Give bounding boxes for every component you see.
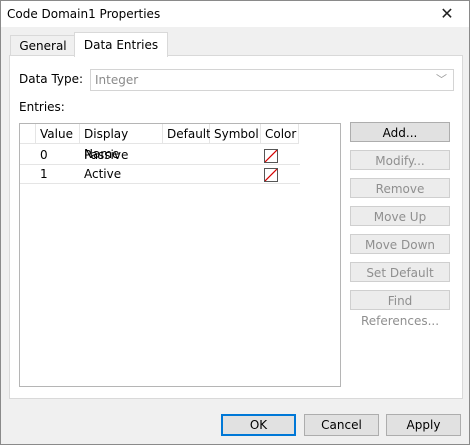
chevron-down-icon: ﹀ (436, 73, 447, 86)
color-swatch-icon[interactable] (264, 149, 278, 163)
row-display-name: Passive (84, 148, 129, 162)
row-default (163, 165, 210, 183)
row-divider (20, 183, 300, 184)
entries-label: Entries: (19, 100, 65, 114)
column-header-default[interactable]: Default (163, 124, 211, 144)
remove-button[interactable]: Remove (350, 178, 450, 198)
row-value: 1 (40, 167, 48, 181)
close-icon[interactable]: ✕ (427, 1, 467, 27)
tab-data-entries[interactable]: Data Entries (74, 32, 168, 57)
column-header-display-name[interactable]: Display Name (80, 124, 163, 161)
data-type-value: Integer (95, 73, 139, 87)
entries-list[interactable]: Value Display Name Default Symbol Color … (19, 123, 341, 387)
color-swatch-icon[interactable] (264, 168, 278, 182)
row-symbol (210, 165, 261, 183)
window-title: Code Domain1 Properties (7, 7, 161, 21)
row-symbol (210, 146, 261, 164)
column-header-symbol[interactable]: Symbol (210, 124, 261, 144)
row-value: 0 (40, 148, 48, 162)
data-type-label: Data Type: (19, 72, 84, 86)
set-default-button[interactable]: Set Default (350, 262, 450, 282)
move-up-button[interactable]: Move Up (350, 206, 450, 226)
find-references-button[interactable]: Find References... (350, 290, 450, 328)
ok-button[interactable]: OK (221, 414, 296, 436)
column-header-color[interactable]: Color (261, 124, 299, 144)
modify-button[interactable]: Modify... (350, 150, 450, 170)
move-down-button[interactable]: Move Down (350, 234, 450, 254)
apply-button[interactable]: Apply (386, 414, 461, 436)
cancel-button[interactable]: Cancel (304, 414, 379, 436)
properties-dialog: Code Domain1 Properties ✕ General Data E… (0, 0, 470, 445)
title-bar: Code Domain1 Properties ✕ (1, 1, 469, 27)
row-default (163, 146, 210, 164)
row-display-name: Active (84, 167, 122, 181)
header-gutter (20, 124, 36, 144)
add-button[interactable]: Add... (350, 122, 450, 142)
tab-general[interactable]: General (10, 35, 76, 56)
data-type-select: Integer ﹀ (90, 69, 454, 91)
data-entries-panel: Data Type: Integer ﹀ Entries: Value Disp… (9, 55, 463, 399)
column-header-value[interactable]: Value (36, 124, 80, 144)
